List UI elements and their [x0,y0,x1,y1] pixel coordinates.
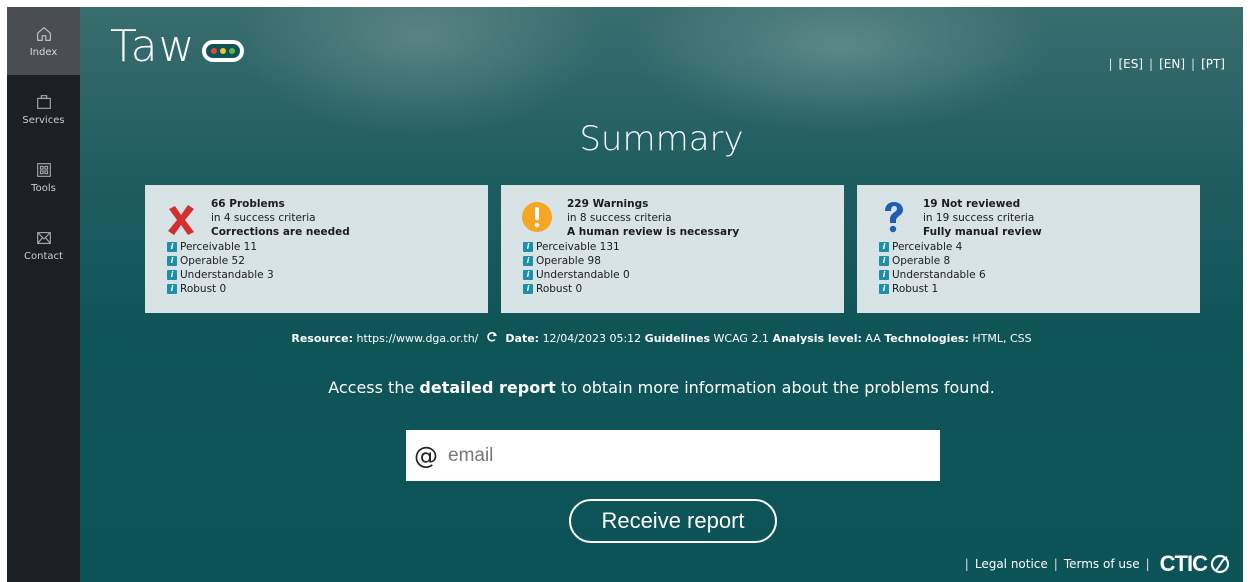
list-item[interactable]: i Understandable 3 [167,268,488,282]
traffic-light-icon [201,39,244,62]
list-item[interactable]: i Perceivable 4 [879,240,1200,254]
not-reviewed-count: 19 Not reviewed [923,198,1021,210]
sidebar: Index Services Tools Contact [7,7,80,582]
sidebar-item-tools[interactable]: Tools [7,143,80,211]
technologies: HTML, CSS [972,332,1032,345]
sidebar-item-label: Services [22,114,65,126]
problems-card: 66 Problems in 4 success criteria Correc… [145,185,488,313]
problems-count: 66 Problems [211,198,285,210]
info-icon: i [879,242,889,252]
list-item[interactable]: i Understandable 6 [879,268,1200,282]
info-icon: i [167,270,177,280]
resource-url: https://www.dga.or.th/ [356,332,479,345]
info-icon: i [879,284,889,294]
info-icon: i [879,256,889,266]
info-icon: i [167,242,177,252]
warning-icon [522,202,552,232]
access-text: Access the detailed report to obtain mor… [328,378,995,397]
grid-icon [36,162,51,177]
info-icon: i [879,270,889,280]
info-icon: i [523,242,533,252]
page-title: Summary [579,119,744,159]
not-reviewed-criteria: in 19 success criteria [923,212,1035,224]
email-input[interactable] [448,444,928,467]
ctic-swirl-icon [1210,554,1230,574]
list-item[interactable]: i Robust 0 [167,282,488,296]
not-reviewed-card: 19 Not reviewed in 19 success criteria F… [857,185,1200,313]
mail-icon [36,231,51,244]
main-content: Taw | [ES] | [EN] | [PT] Summary 66 Prob… [80,7,1243,582]
sidebar-item-index[interactable]: Index [7,7,80,75]
list-item[interactable]: i Robust 0 [523,282,844,296]
analysis-date: 12/04/2023 05:12 [542,332,642,345]
refresh-icon[interactable] [486,331,498,343]
lang-pt-link[interactable]: [PT] [1201,57,1225,71]
warnings-criteria: in 8 success criteria [567,212,672,224]
list-item[interactable]: i Understandable 0 [523,268,844,282]
guidelines-value: WCAG 2.1 [713,332,769,345]
legal-notice-link[interactable]: Legal notice [975,557,1048,571]
logo-text: Taw [110,21,196,72]
home-icon [36,26,51,41]
info-icon: i [523,256,533,266]
analysis-level: AA [865,332,881,345]
info-icon: i [523,284,533,294]
ctic-logo[interactable]: CTIC [1160,551,1231,577]
list-item[interactable]: i Perceivable 131 [523,240,844,254]
detailed-report-text: detailed report [419,378,556,397]
list-item[interactable]: i Operable 98 [523,254,844,268]
at-icon: @ [414,441,438,470]
receive-report-button[interactable]: Receive report [569,499,777,543]
taw-logo[interactable]: Taw [110,21,244,72]
sidebar-item-label: Index [29,46,58,58]
not-reviewed-note: Fully manual review [923,226,1042,238]
list-item[interactable]: i Robust 1 [879,282,1200,296]
info-icon: i [167,256,177,266]
footer: | Legal notice | Terms of use | CTIC [965,551,1231,577]
info-icon: i [167,284,177,294]
sidebar-item-services[interactable]: Services [7,75,80,143]
question-icon [885,202,903,233]
warnings-card: 229 Warnings in 8 success criteria A hum… [501,185,844,313]
problems-note: Corrections are needed [211,226,350,238]
list-item[interactable]: i Operable 52 [167,254,488,268]
analysis-meta: Resource: https://www.dga.or.th/ Date: 1… [291,331,1032,345]
email-field-container: @ [406,430,940,481]
briefcase-icon [36,94,51,109]
list-item[interactable]: i Operable 8 [879,254,1200,268]
lang-en-link[interactable]: [EN] [1159,57,1185,71]
problems-criteria: in 4 success criteria [211,212,316,224]
warnings-count: 229 Warnings [567,198,649,210]
list-item[interactable]: i Perceivable 11 [167,240,488,254]
sidebar-item-contact[interactable]: Contact [7,211,80,279]
terms-of-use-link[interactable]: Terms of use [1064,557,1140,571]
sidebar-item-label: Contact [24,250,63,262]
warnings-note: A human review is necessary [567,226,740,238]
language-selector: | [ES] | [EN] | [PT] [1108,57,1225,71]
error-x-icon [168,205,194,235]
sidebar-item-label: Tools [31,182,56,194]
lang-es-link[interactable]: [ES] [1118,57,1143,71]
info-icon: i [523,270,533,280]
